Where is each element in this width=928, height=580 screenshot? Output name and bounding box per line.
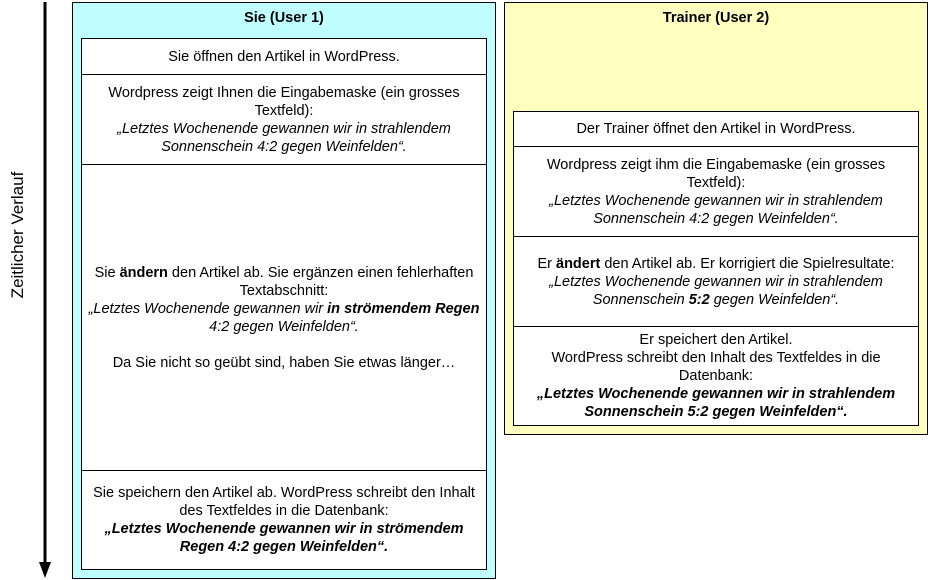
user1-step-edit: Sie ändern den Artikel ab. Sie ergänzen … xyxy=(81,164,487,471)
user2-step-edit: Er ändert den Artikel ab. Er korrigiert … xyxy=(513,236,919,327)
user2-step-open: Der Trainer öffnet den Artikel in WordPr… xyxy=(513,111,919,147)
user1-step-open: Sie öffnen den Artikel in WordPress. xyxy=(81,38,487,75)
user2-step-form: Wordpress zeigt ihm die Eingabemaske (ei… xyxy=(513,146,919,237)
user1-step-form: Wordpress zeigt Ihnen die Eingabemaske (… xyxy=(81,74,487,165)
user2-step-save: Er speichert den Artikel. WordPress schre… xyxy=(513,326,919,426)
user2-title: Trainer (User 2) xyxy=(662,10,770,26)
user1-step-save: Sie speichern den Artikel ab. WordPress … xyxy=(81,470,487,570)
timeline-label: Zeitlicher Verlauf xyxy=(8,171,27,299)
user1-title: Sie (User 1) xyxy=(244,10,324,26)
